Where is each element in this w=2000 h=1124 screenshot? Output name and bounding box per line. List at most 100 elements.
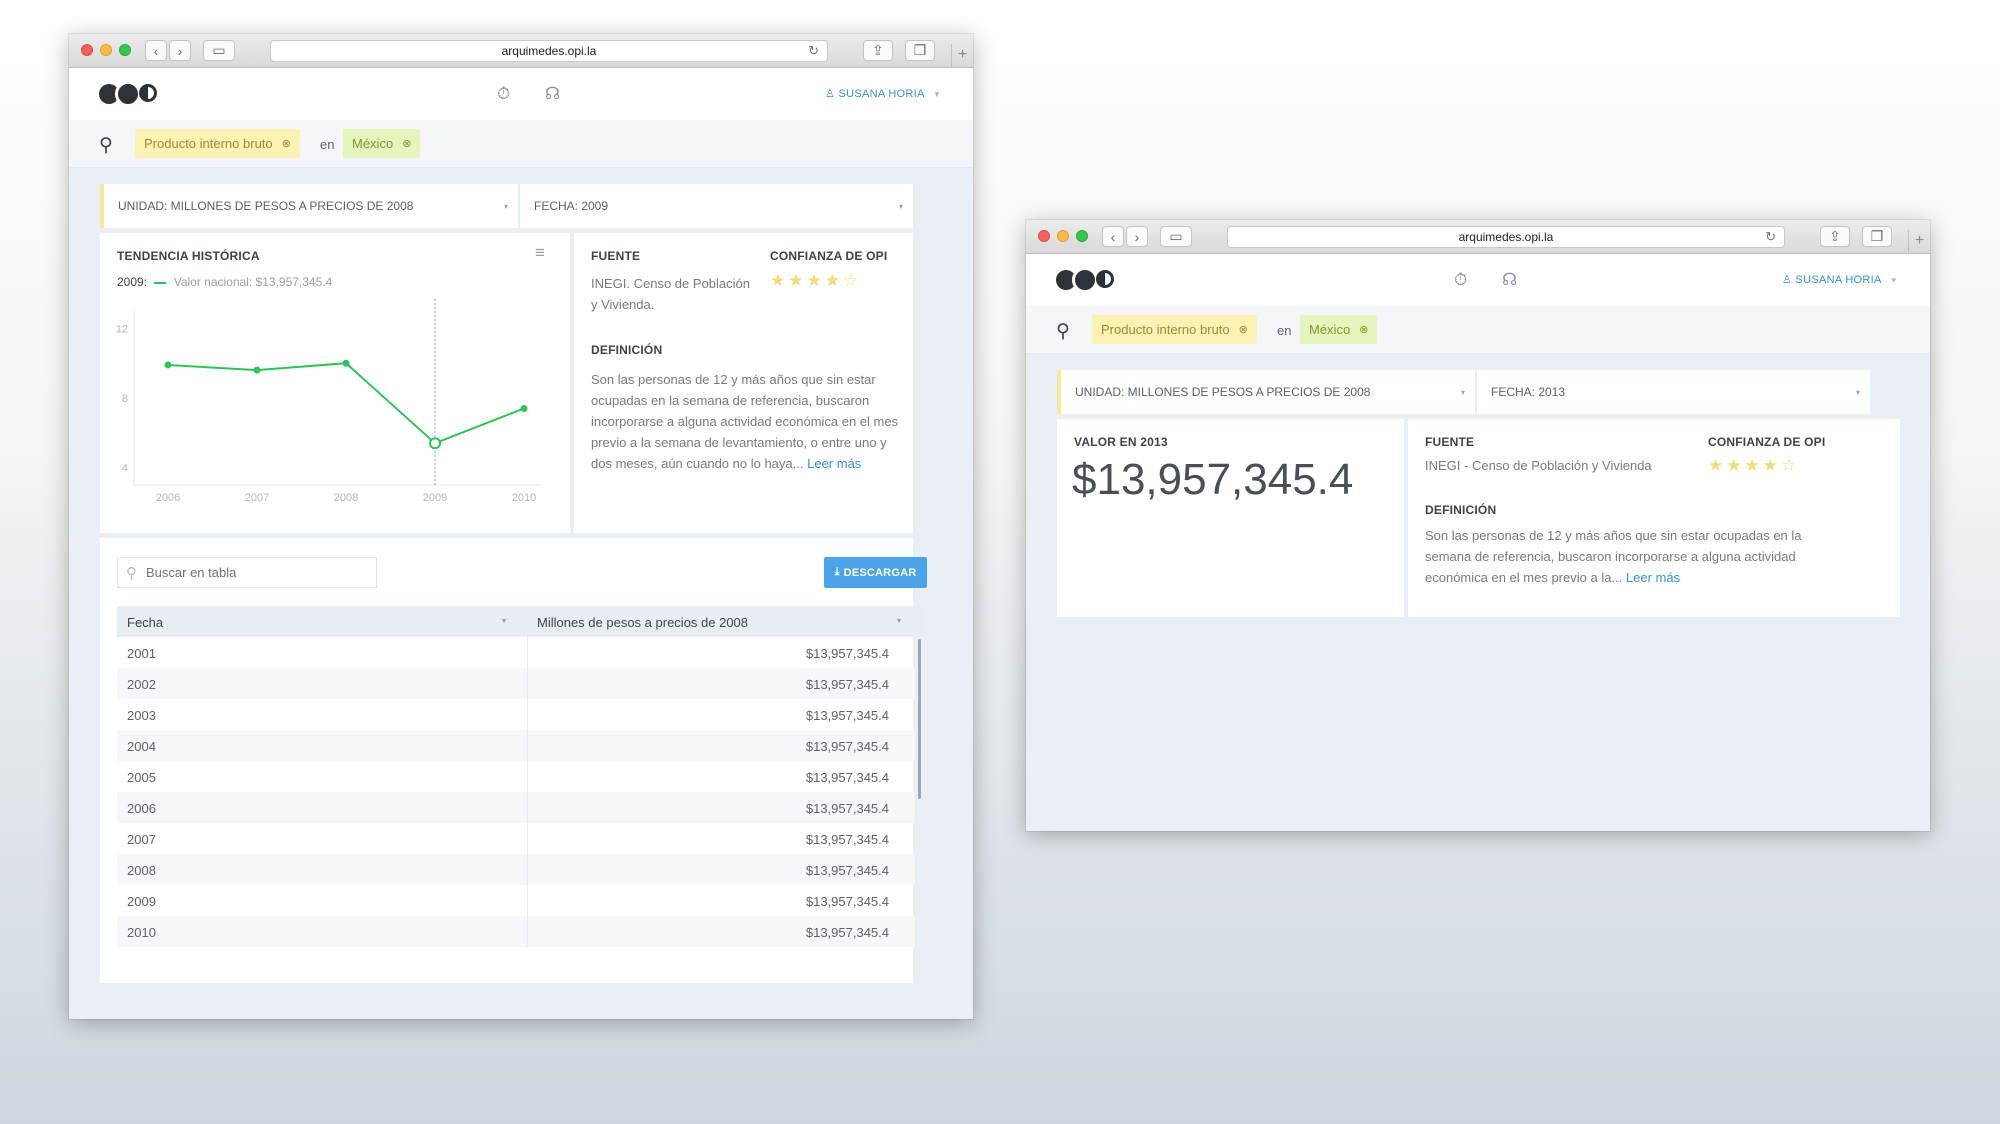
zoom-window-button[interactable] bbox=[1076, 230, 1088, 242]
hamburger-menu-icon[interactable]: ≡ bbox=[535, 243, 545, 263]
location-chip[interactable]: México ⊗ bbox=[343, 129, 421, 158]
table-row[interactable]: 2006 $13,957,345.4 bbox=[117, 792, 915, 823]
zoom-window-button[interactable] bbox=[119, 44, 131, 56]
cell-value: $13,957,345.4 bbox=[805, 925, 889, 940]
share-button[interactable]: ⇪ bbox=[1820, 226, 1850, 247]
reload-icon[interactable]: ↻ bbox=[1765, 229, 1776, 245]
back-button[interactable]: ‹ bbox=[145, 40, 167, 61]
table-row[interactable]: 2002 $13,957,345.4 bbox=[117, 668, 915, 699]
remove-chip-icon[interactable]: ⊗ bbox=[402, 137, 411, 150]
title-bar: ‹ › ▭ arquimedes.opi.la ↻ ⇪ ❐ + bbox=[69, 34, 973, 68]
table-row[interactable]: 2008 $13,957,345.4 bbox=[117, 854, 915, 885]
table-row[interactable]: 2010 $13,957,345.4 bbox=[117, 916, 915, 947]
data-point-highlight bbox=[429, 437, 441, 450]
cell-date: 2003 bbox=[127, 708, 156, 723]
sort-icon[interactable]: ▾ bbox=[502, 616, 506, 625]
table-row[interactable]: 2005 $13,957,345.4 bbox=[117, 761, 915, 792]
search-bar: ⚲ Producto interno bruto ⊗ en México ⊗ bbox=[1026, 306, 1930, 354]
sidebar-toggle-button[interactable]: ▭ bbox=[1160, 226, 1192, 247]
new-tab-button[interactable]: + bbox=[1908, 230, 1930, 254]
back-button[interactable]: ‹ bbox=[1102, 226, 1124, 247]
app-header: ⏱ ☊ ♙ SUSANA HORIA ▾ bbox=[1026, 254, 1930, 306]
table-row[interactable]: 2007 $13,957,345.4 bbox=[117, 823, 915, 854]
value-label: VALOR EN 2013 bbox=[1074, 435, 1168, 449]
location-chip[interactable]: México ⊗ bbox=[1300, 315, 1378, 344]
tabs-button[interactable]: ❐ bbox=[1862, 226, 1892, 247]
stopwatch-icon[interactable]: ⏱ bbox=[497, 84, 510, 104]
sidebar-icon: ▭ bbox=[1169, 228, 1183, 244]
minimize-window-button[interactable] bbox=[100, 44, 112, 56]
indicator-chip-label: Producto interno bruto bbox=[144, 136, 273, 151]
table-row[interactable]: 2009 $13,957,345.4 bbox=[117, 885, 915, 916]
y-tick-label: 8 bbox=[122, 393, 128, 405]
address-bar[interactable]: arquimedes.opi.la ↻ bbox=[270, 40, 828, 62]
column-header-value[interactable]: Millones de pesos a precios de 2008 bbox=[537, 615, 748, 630]
column-divider bbox=[527, 606, 528, 947]
x-tick-label: 2009 bbox=[423, 492, 447, 504]
opi-logo[interactable] bbox=[99, 81, 157, 107]
column-header-date[interactable]: Fecha bbox=[127, 615, 163, 630]
read-more-link[interactable]: Leer más bbox=[807, 456, 861, 471]
table-row[interactable]: 2001 $13,957,345.4 bbox=[117, 637, 915, 668]
definition-label: DEFINICIÓN bbox=[591, 343, 663, 357]
table-search-placeholder: Buscar en tabla bbox=[146, 565, 237, 580]
chevron-down-icon: ▾ bbox=[503, 201, 508, 211]
sidebar-icon: ▭ bbox=[212, 42, 226, 58]
remove-chip-icon[interactable]: ⊗ bbox=[1359, 323, 1368, 336]
data-point bbox=[253, 366, 261, 374]
title-bar: ‹ › ▭ arquimedes.opi.la ↻ ⇪ ❐ + bbox=[1026, 220, 1930, 254]
sort-icon[interactable]: ▾ bbox=[897, 616, 901, 625]
app-header: ⏱ ☊ ♙ SUSANA HORIA ▾ bbox=[69, 68, 973, 120]
unit-filter-dropdown[interactable]: UNIDAD: MILLONES DE PESOS A PRECIOS DE 2… bbox=[100, 184, 518, 228]
remove-chip-icon[interactable]: ⊗ bbox=[282, 137, 291, 150]
table-scrollbar[interactable] bbox=[918, 639, 921, 799]
cell-value: $13,957,345.4 bbox=[805, 770, 889, 785]
indicator-chip[interactable]: Producto interno bruto ⊗ bbox=[1092, 315, 1257, 344]
date-filter-dropdown[interactable]: FECHA: 2009 ▾ bbox=[520, 184, 913, 228]
close-window-button[interactable] bbox=[1038, 230, 1050, 242]
legend-text: Valor nacional: $13,957,345.4 bbox=[173, 275, 333, 289]
magnifier-icon[interactable]: ⚲ bbox=[1056, 320, 1070, 343]
new-tab-button[interactable]: + bbox=[951, 44, 973, 68]
confidence-stars: ★★★★☆ bbox=[1708, 456, 1800, 475]
headset-icon[interactable]: ☊ bbox=[1502, 270, 1517, 290]
legend-line-marker bbox=[154, 281, 167, 284]
share-button[interactable]: ⇪ bbox=[863, 40, 893, 61]
forward-button[interactable]: › bbox=[1126, 226, 1148, 247]
confidence-label: CONFIANZA DE OPI bbox=[1708, 435, 1826, 449]
value-card: VALOR EN 2013 $13,957,345.4 bbox=[1057, 419, 1404, 617]
chevron-right-icon: › bbox=[177, 42, 183, 59]
sidebar-toggle-button[interactable]: ▭ bbox=[203, 40, 235, 61]
user-name: SUSANA HORIA bbox=[1795, 274, 1882, 286]
minimize-window-button[interactable] bbox=[1057, 230, 1069, 242]
read-more-link[interactable]: Leer más bbox=[1626, 570, 1680, 585]
table-search-input[interactable]: ⚲ Buscar en tabla bbox=[117, 557, 377, 588]
indicator-chip[interactable]: Producto interno bruto ⊗ bbox=[135, 129, 300, 158]
address-bar[interactable]: arquimedes.opi.la ↻ bbox=[1227, 226, 1785, 248]
location-chip-label: México bbox=[352, 136, 394, 151]
date-filter-dropdown[interactable]: FECHA: 2013 ▾ bbox=[1477, 370, 1870, 414]
table-row[interactable]: 2003 $13,957,345.4 bbox=[117, 699, 915, 730]
download-button[interactable]: ⤓ DESCARGAR bbox=[824, 557, 927, 588]
opi-logo[interactable] bbox=[1056, 267, 1114, 293]
y-tick-label: 12 bbox=[116, 323, 128, 335]
reload-icon[interactable]: ↻ bbox=[808, 43, 819, 59]
tabs-button[interactable]: ❐ bbox=[905, 40, 935, 61]
chevron-down-icon: ▾ bbox=[934, 89, 940, 99]
close-window-button[interactable] bbox=[81, 44, 93, 56]
headset-icon[interactable]: ☊ bbox=[545, 84, 560, 104]
stopwatch-icon[interactable]: ⏱ bbox=[1454, 270, 1467, 290]
cell-date: 2004 bbox=[127, 739, 156, 754]
cell-date: 2009 bbox=[127, 894, 156, 909]
x-tick-label: 2008 bbox=[334, 492, 358, 504]
remove-chip-icon[interactable]: ⊗ bbox=[1239, 323, 1248, 336]
table-row[interactable]: 2004 $13,957,345.4 bbox=[117, 730, 915, 761]
cell-value: $13,957,345.4 bbox=[805, 646, 889, 661]
magnifier-icon[interactable]: ⚲ bbox=[99, 134, 113, 157]
source-value: INEGI - Censo de Población y Vivienda bbox=[1425, 458, 1652, 473]
user-menu[interactable]: ♙ SUSANA HORIA ▾ bbox=[1782, 273, 1896, 286]
unit-filter-dropdown[interactable]: UNIDAD: MILLONES DE PESOS A PRECIOS DE 2… bbox=[1057, 370, 1475, 414]
location-chip-label: México bbox=[1309, 322, 1351, 337]
user-menu[interactable]: ♙ SUSANA HORIA ▾ bbox=[825, 87, 939, 100]
forward-button[interactable]: › bbox=[169, 40, 191, 61]
